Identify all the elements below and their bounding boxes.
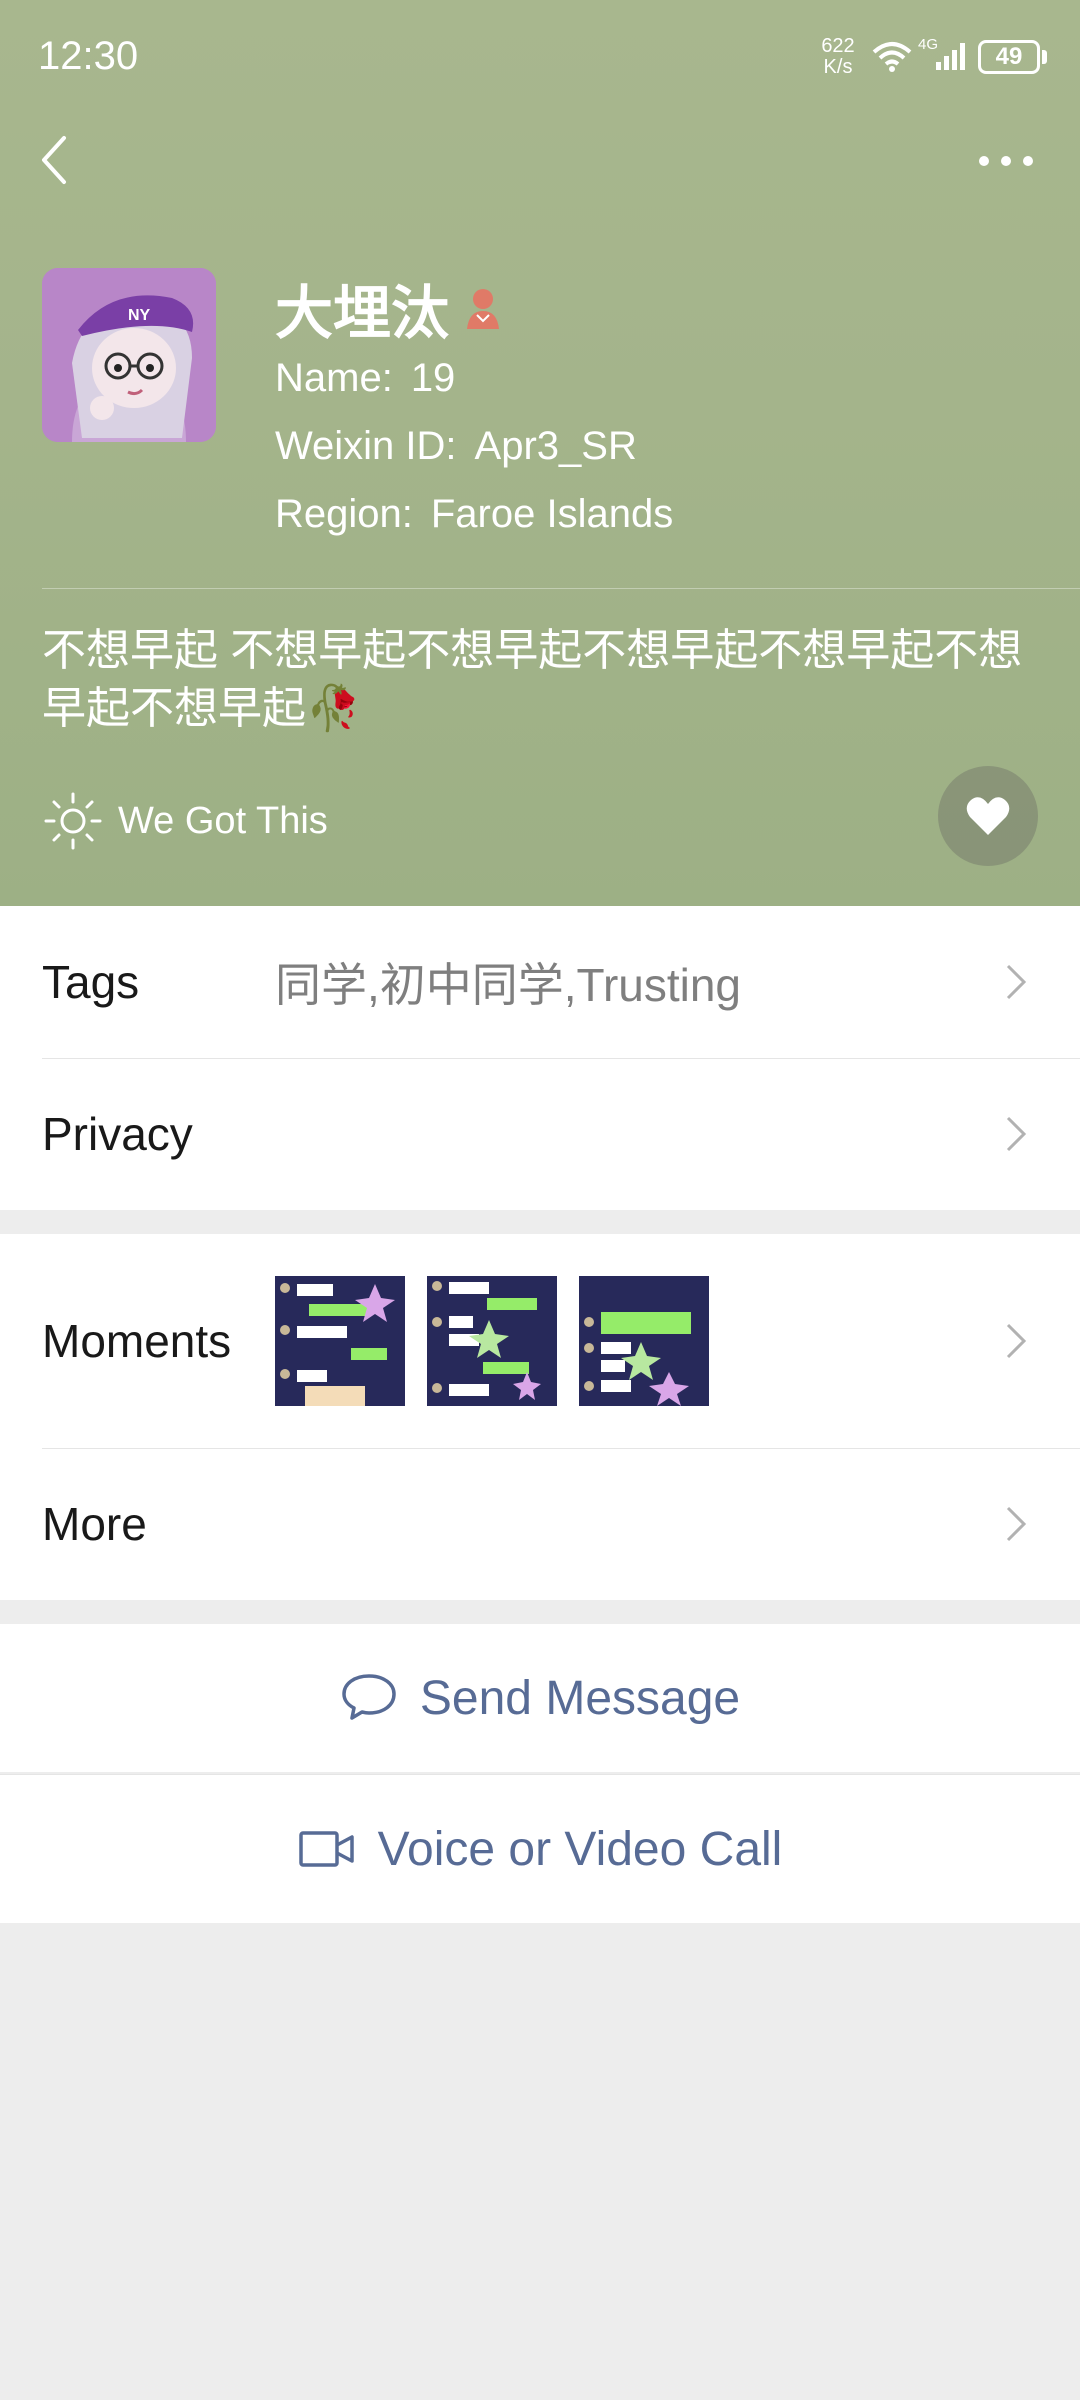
battery-tip (1042, 50, 1047, 64)
avatar[interactable]: NY (42, 268, 216, 442)
tags-row[interactable]: Tags 同学,初中同学,Trusting (0, 906, 1080, 1058)
tags-label: Tags (42, 956, 140, 1008)
more-label: More (42, 1498, 147, 1550)
weixin-id-line: Weixin ID: Apr3_SR (275, 424, 637, 469)
chevron-right-icon (1006, 964, 1027, 1000)
voice-video-call-label: Voice or Video Call (377, 1822, 783, 1876)
nickname: 大埋汰 (275, 281, 450, 346)
moment-image (579, 1276, 709, 1406)
user-status[interactable]: We Got This (42, 790, 328, 852)
back-arrow-icon[interactable] (34, 130, 74, 190)
weixin-id-value[interactable]: Apr3_SR (475, 424, 637, 468)
moment-image (427, 1276, 557, 1406)
profile-header: 12:30 622 K/s 4G 49 NY 大埋汰 Name: 19 Weix… (0, 0, 1080, 906)
wifi-icon (872, 42, 912, 72)
name-label: Name: (275, 356, 393, 400)
privacy-row[interactable]: Privacy (0, 1058, 1080, 1210)
heart-icon (966, 797, 1010, 835)
name-line: Name: 19 (275, 356, 455, 401)
privacy-label: Privacy (42, 1108, 193, 1160)
status-time: 12:30 (38, 34, 139, 78)
moment-image (275, 1276, 405, 1406)
signal-icon (936, 43, 965, 70)
signature: 不想早起 不想早起不想早起不想早起不想早起不想早起不想早起🥀 (42, 626, 1023, 733)
svg-text:NY: NY (128, 307, 151, 324)
like-button[interactable] (938, 766, 1038, 866)
battery-indicator: 49 (978, 40, 1040, 74)
moment-thumbnail[interactable] (579, 1276, 709, 1406)
chat-bubble-icon (342, 1674, 396, 1720)
name-value: 19 (410, 356, 456, 400)
send-message-button[interactable]: Send Message (0, 1624, 1080, 1772)
network-speed: 622 K/s (821, 35, 855, 78)
voice-video-call-button[interactable]: Voice or Video Call (0, 1775, 1080, 1923)
info-card: Tags 同学,初中同学,Trusting Privacy (0, 906, 1080, 1210)
avatar-illustration: NY (42, 268, 216, 442)
weixin-id-label: Weixin ID: (275, 424, 457, 468)
moments-label: Moments (42, 1315, 232, 1367)
chevron-right-icon (1006, 1116, 1027, 1152)
moment-thumbnail[interactable] (275, 1276, 405, 1406)
header-divider (42, 588, 1080, 589)
more-options-icon[interactable] (976, 146, 1036, 176)
female-icon (467, 289, 500, 329)
nickname-row: 大埋汰 (275, 268, 503, 348)
tags-value: 同学,初中同学,Trusting (275, 959, 742, 1011)
video-camera-icon (298, 1831, 354, 1867)
moment-thumbnail[interactable] (427, 1276, 557, 1406)
more-row[interactable]: More (0, 1448, 1080, 1600)
region-value: Faroe Islands (430, 492, 674, 536)
chevron-right-icon (1006, 1506, 1027, 1542)
status-bar: 12:30 622 K/s 4G 49 (0, 0, 1080, 120)
chevron-right-icon (1006, 1323, 1027, 1359)
region-line: Region: Faroe Islands (275, 492, 673, 537)
region-label: Region: (275, 492, 413, 536)
send-message-label: Send Message (419, 1671, 741, 1725)
sun-icon (44, 792, 102, 850)
status-text: We Got This (118, 799, 328, 842)
